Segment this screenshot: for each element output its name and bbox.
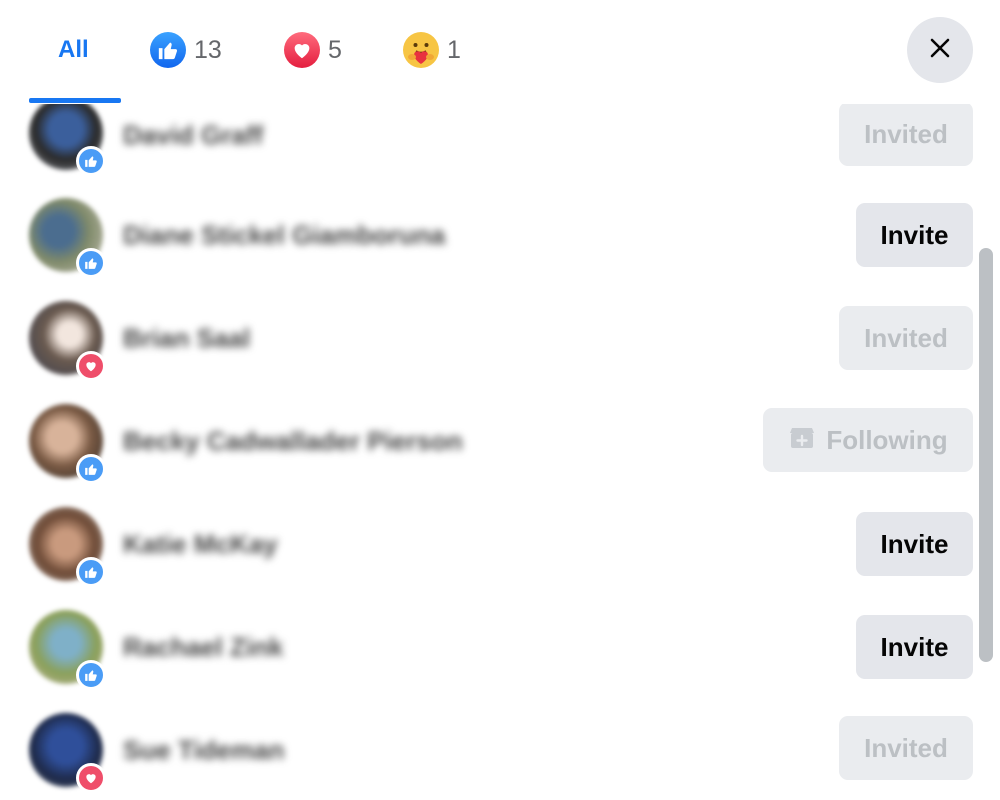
person-name[interactable]: Becky Cadwallader Pierson — [123, 426, 463, 457]
like-badge-icon — [76, 248, 106, 278]
list-item: David Graff Invited — [0, 104, 980, 183]
following-page-icon — [788, 424, 816, 457]
person-name[interactable]: David Graff — [123, 120, 263, 151]
tab-all[interactable]: All — [58, 22, 89, 78]
love-badge-icon — [76, 351, 106, 381]
active-tab-indicator — [29, 98, 121, 103]
person-name[interactable]: Brian Saal — [123, 323, 250, 354]
reactions-tab-bar: All 13 5 1 — [0, 0, 1000, 104]
care-hug-icon — [403, 32, 439, 68]
like-badge-icon — [76, 454, 106, 484]
tab-love[interactable]: 5 — [284, 22, 342, 78]
list-item: Becky Cadwallader Pierson Following — [0, 404, 980, 504]
tab-care[interactable]: 1 — [403, 22, 461, 78]
list-item: Brian Saal Invited — [0, 301, 980, 401]
invited-button[interactable]: Invited — [839, 306, 973, 370]
tab-all-label: All — [58, 36, 89, 63]
person-name[interactable]: Sue Tideman — [123, 735, 284, 766]
person-name[interactable]: Katie McKay — [123, 529, 278, 560]
scrollbar-thumb[interactable] — [979, 248, 993, 662]
list-item: Diane Stickel Giamboruna Invite — [0, 198, 980, 298]
following-label: Following — [826, 424, 948, 455]
invite-button[interactable]: Invite — [856, 615, 973, 679]
close-icon — [928, 36, 952, 65]
invited-button[interactable]: Invited — [839, 104, 973, 166]
tab-like[interactable]: 13 — [150, 22, 222, 78]
love-count: 5 — [328, 35, 342, 64]
like-badge-icon — [76, 557, 106, 587]
like-badge-icon — [76, 660, 106, 690]
person-name[interactable]: Rachael Zink — [123, 632, 283, 663]
person-name[interactable]: Diane Stickel Giamboruna — [123, 220, 445, 251]
like-count: 13 — [194, 35, 222, 64]
list-item: Sue Tideman Invited — [0, 713, 980, 800]
thumbs-up-icon — [150, 32, 186, 68]
list-item: Rachael Zink Invite — [0, 610, 980, 710]
people-list[interactable]: David Graff Invited Diane Stickel Giambo… — [0, 104, 980, 800]
following-button[interactable]: Following — [763, 408, 973, 472]
care-count: 1 — [447, 35, 461, 64]
heart-icon — [284, 32, 320, 68]
like-badge-icon — [76, 146, 106, 176]
invite-button[interactable]: Invite — [856, 203, 973, 267]
invited-button[interactable]: Invited — [839, 716, 973, 780]
list-item: Katie McKay Invite — [0, 507, 980, 607]
love-badge-icon — [76, 763, 106, 793]
close-button[interactable] — [907, 17, 973, 83]
invite-button[interactable]: Invite — [856, 512, 973, 576]
